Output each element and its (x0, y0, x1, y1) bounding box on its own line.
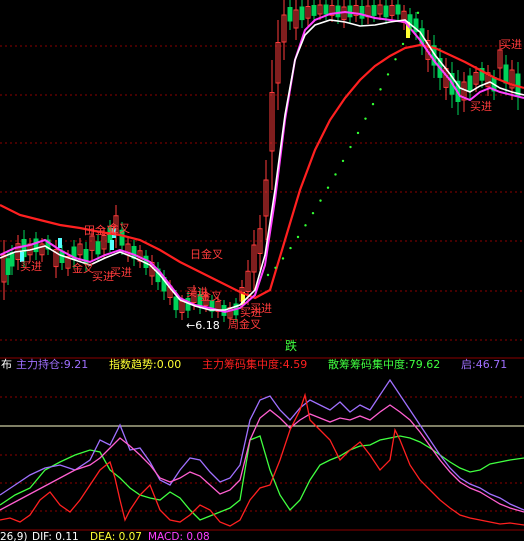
signal-label: 买进 (20, 260, 42, 273)
indicator-item: 主力筹码集中度:4.59 (202, 357, 307, 371)
signal-label: 日金叉 (190, 247, 223, 261)
signal-label: 金叉 (72, 261, 94, 275)
candle-body (299, 6, 305, 21)
macd-item: DEA: 0.07 (90, 531, 142, 541)
candle-body (335, 5, 341, 18)
trail-dot (304, 224, 307, 227)
fall-marker: 跌 (285, 338, 297, 353)
macd-label: MACD: (148, 531, 186, 541)
candle-body (311, 5, 317, 16)
indicator-label: 启: (461, 358, 476, 371)
price-panel-grid (0, 45, 524, 341)
ma-red-line (0, 43, 524, 300)
macd-prefix: 26,9) (0, 531, 27, 541)
trail-dot (311, 211, 315, 215)
indicator-item: 指数趋势:0.00 (109, 357, 181, 371)
trail-dot (386, 73, 390, 76)
signal-label: 金叉 (108, 221, 130, 235)
trail-dot (341, 159, 345, 163)
candle-body (347, 5, 353, 18)
indicator-title-bar: 布 主力持仓:9.21 指数趋势:0.00 主力筹码集中度:4.59 散筹筹码集中度:… (1, 357, 507, 371)
indicator-item: 主力持仓:9.21 (16, 357, 88, 371)
trail-dot (409, 27, 412, 30)
trail-dot (296, 235, 300, 239)
macd-value: 0.07 (119, 531, 142, 541)
candle-body (371, 5, 377, 16)
indicator-label: 散筹筹码集中度: (328, 357, 409, 371)
indicator-label: 主力筹码集中度: (202, 357, 283, 371)
candle-body (395, 4, 401, 15)
macd-item: MACD: 0.08 (148, 531, 210, 541)
candle-body (287, 7, 293, 22)
indicator-value: 79.62 (409, 358, 441, 371)
trail-dot (394, 58, 397, 61)
macd-title-bar: 26,9) DIF: 0.11 DEA: 0.07 MACD: 0.08 (0, 531, 210, 541)
macd-item: DIF: 0.11 (32, 531, 79, 541)
candle-body (323, 4, 329, 15)
macd-label: DIF: (32, 531, 55, 541)
low-price-marker: ←6.18 (186, 319, 220, 332)
trail-dot (334, 173, 337, 176)
trail-dot (289, 246, 292, 250)
indicator-value: 4.59 (283, 358, 308, 371)
indicator-label: 主力持仓: (16, 357, 64, 371)
indicator-item: 启:46.71 (461, 358, 507, 371)
trail-dot (274, 266, 277, 269)
indicator-item: 散筹筹码集中度:79.62 (328, 357, 440, 371)
chart-canvas[interactable]: 买进 金叉买进田金叉金叉买进日金叉买进金叉买进周金叉买进买进买进 ←6.18 跌 … (0, 0, 524, 541)
candle-body (33, 238, 39, 253)
indicator-value: 0.00 (157, 358, 182, 371)
trail-dot (356, 131, 360, 135)
candle-body (467, 75, 473, 91)
trail-dot (266, 273, 270, 277)
trail-dot (416, 11, 420, 15)
candle-body (359, 6, 365, 19)
trail-dot (326, 186, 330, 189)
green-dot-trail (266, 11, 420, 277)
candle-body (503, 64, 509, 84)
candle-body (95, 241, 101, 255)
trail-dot (364, 117, 367, 120)
trail-dot (371, 102, 375, 106)
indicator-value: 46.71 (476, 358, 508, 371)
candle-body (5, 258, 11, 275)
candle-body (173, 296, 179, 311)
signal-label: 买进 (250, 302, 272, 315)
trail-dot (319, 199, 322, 202)
indicator-value: 9.21 (64, 358, 89, 371)
candle-body (383, 5, 389, 18)
signal-label: 买进 (110, 266, 132, 279)
candle-mark (58, 238, 62, 248)
signal-label: 买进 (500, 38, 522, 51)
macd-label: DEA: (90, 531, 119, 541)
macd-value: 0.11 (55, 531, 78, 541)
trail-dot (281, 257, 285, 260)
candle-mark (110, 240, 114, 250)
macd-value: 0.08 (186, 531, 209, 541)
indicator-label: 指数趋势: (109, 357, 157, 371)
red-indicator-line (0, 392, 524, 527)
trail-dot (401, 42, 405, 46)
signal-label: 金叉 (200, 289, 222, 303)
trail-dot (349, 145, 352, 149)
signal-label: 周金叉 (228, 317, 261, 331)
green-indicator-line (0, 435, 524, 521)
signal-label: 买进 (470, 100, 492, 113)
trail-dot (379, 88, 382, 91)
indicator-prefix: 布 (1, 358, 12, 371)
